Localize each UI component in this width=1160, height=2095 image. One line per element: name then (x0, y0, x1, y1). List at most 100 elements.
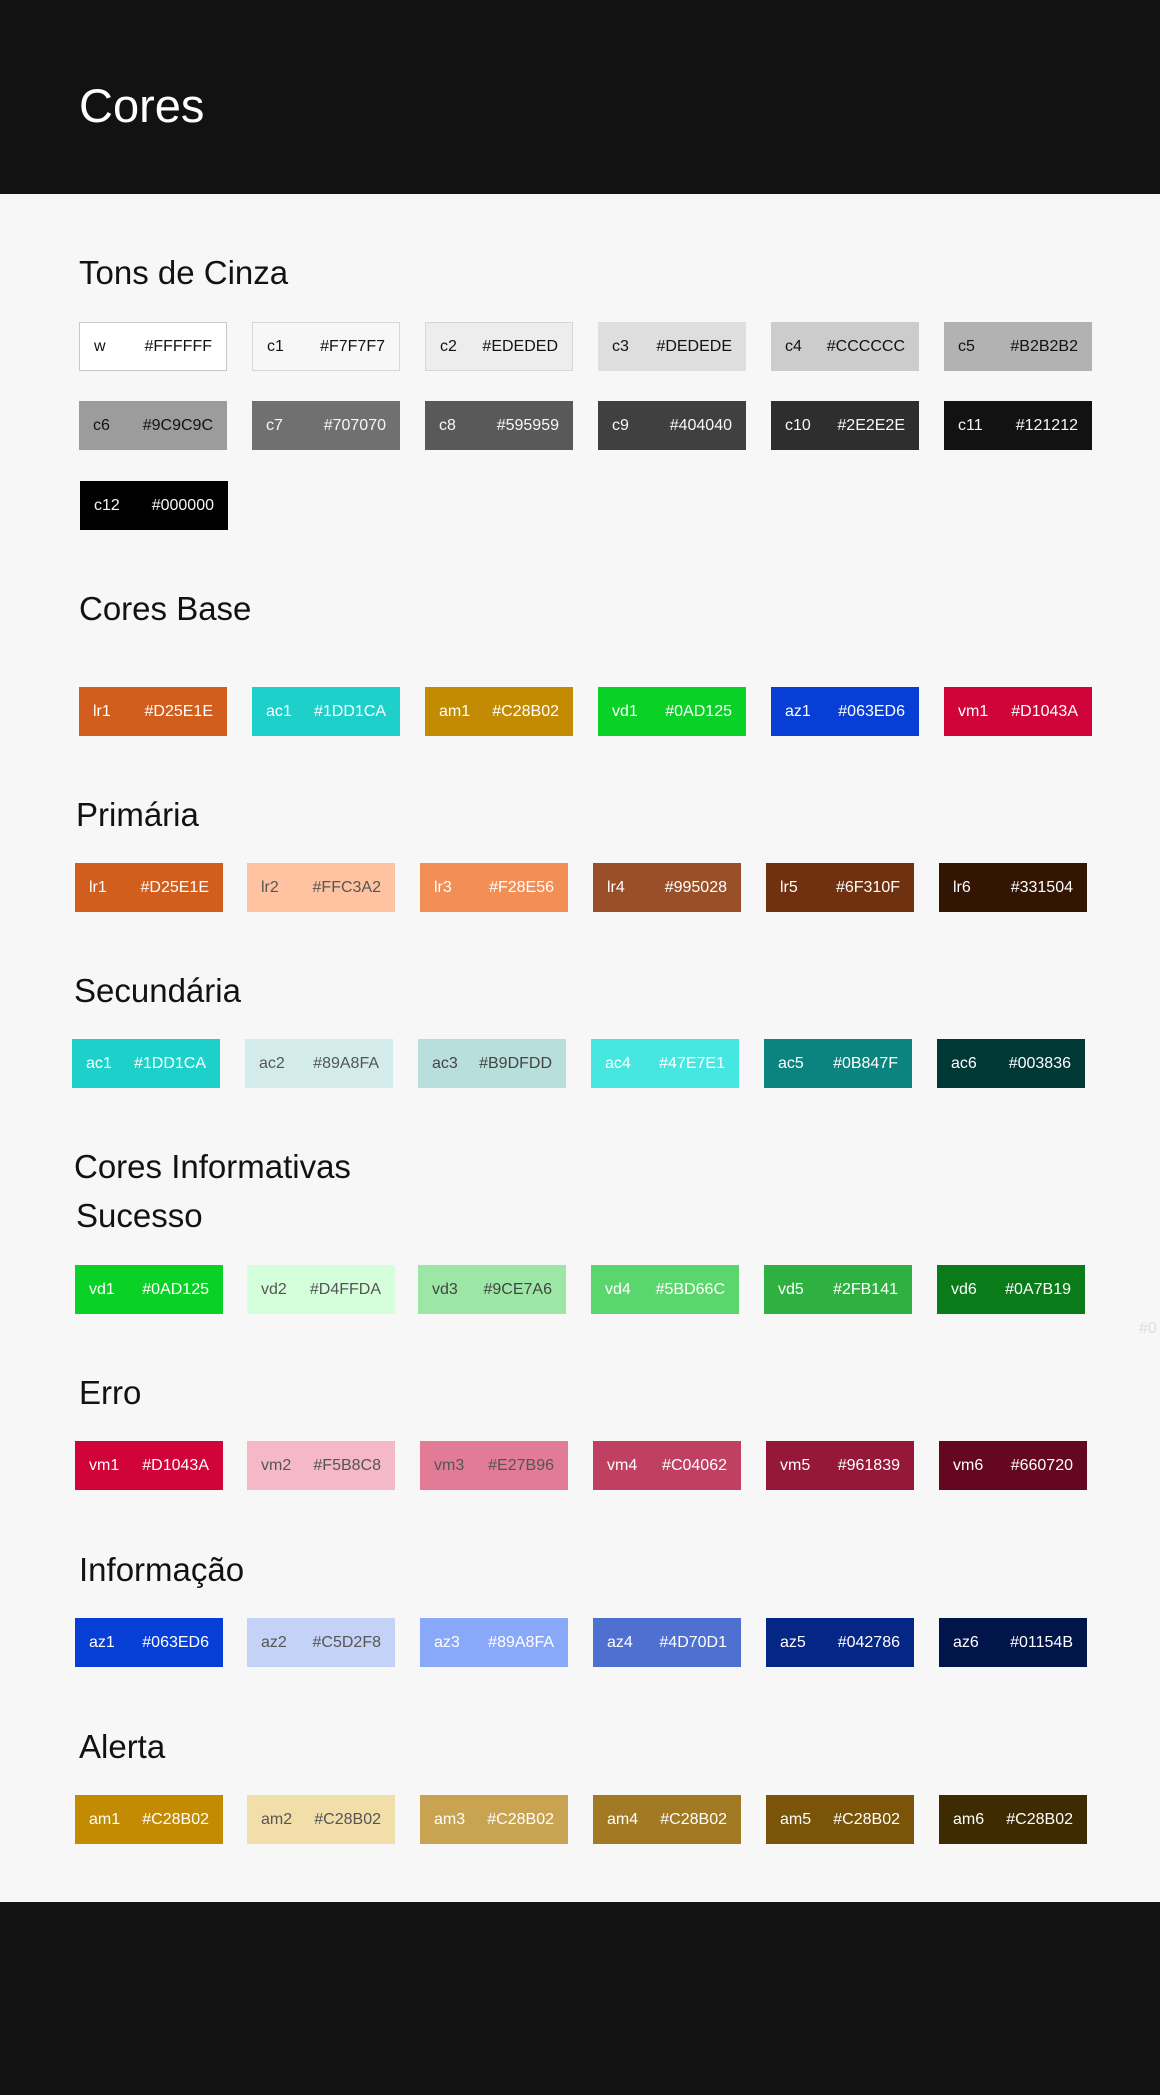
swatch-code: lr3 (434, 878, 452, 896)
color-swatch-lr2: lr2 #FFC3A2 (247, 863, 395, 912)
swatch-hex: #0AD125 (665, 702, 732, 720)
color-swatch-az1: az1 #063ED6 (75, 1618, 223, 1667)
swatch-code: c4 (785, 337, 802, 355)
color-swatch-ac5: ac5 #0B847F (764, 1039, 912, 1088)
swatch-code: ac5 (778, 1054, 804, 1072)
swatch-hex: #D1043A (142, 1456, 209, 1474)
swatch-hex: #F5B8C8 (313, 1456, 381, 1474)
swatch-code: lr5 (780, 878, 798, 896)
color-swatch-c8: c8 #595959 (425, 401, 573, 450)
swatch-hex: #EDEDED (482, 337, 558, 355)
color-swatch-az6: az6 #01154B (939, 1618, 1087, 1667)
swatch-hex: #5BD66C (655, 1280, 725, 1298)
swatch-code: c2 (440, 337, 457, 355)
swatch-hex: #660720 (1010, 1456, 1073, 1474)
swatch-code: c1 (267, 337, 284, 355)
swatch-code: az2 (261, 1633, 287, 1651)
swatch-code: lr2 (261, 878, 279, 896)
swatch-hex: #F7F7F7 (320, 337, 385, 355)
swatch-hex: #1DD1CA (133, 1054, 206, 1072)
page-footer (0, 1902, 1160, 2095)
swatch-hex: #9C9C9C (142, 416, 213, 434)
swatch-hex: #9CE7A6 (483, 1280, 553, 1298)
swatch-hex: #C28B02 (660, 1810, 727, 1828)
swatch-code: vm6 (953, 1456, 984, 1474)
swatch-hex: #89A8FA (488, 1633, 554, 1651)
swatch-code: vm3 (434, 1456, 465, 1474)
color-swatch-c4: c4 #CCCCCC (771, 322, 919, 371)
swatch-hex: #01154B (1010, 1633, 1073, 1651)
color-swatch-vd1: vd1 #0AD125 (598, 687, 746, 736)
swatch-code: vm4 (607, 1456, 638, 1474)
color-swatch-c11: c11 #121212 (944, 401, 1092, 450)
color-swatch-am2: am2 #C28B02 (247, 1795, 395, 1844)
swatch-hex: #042786 (837, 1633, 900, 1651)
swatch-code: az1 (785, 702, 811, 720)
swatch-code: c12 (94, 496, 120, 514)
color-swatch-lr4: lr4 #995028 (593, 863, 741, 912)
swatch-hex: #C28B02 (142, 1810, 209, 1828)
swatch-hex: #DEDEDE (656, 337, 732, 355)
clipped-hex-text: #0 (1139, 1320, 1157, 1337)
swatch-code: c6 (93, 416, 110, 434)
color-swatch-az2: az2 #C5D2F8 (247, 1618, 395, 1667)
swatch-hex: #063ED6 (142, 1633, 209, 1651)
color-swatch-vd4: vd4 #5BD66C (591, 1265, 739, 1314)
swatch-code: am5 (780, 1810, 812, 1828)
swatch-hex: #331504 (1010, 878, 1073, 896)
swatch-code: ac2 (259, 1054, 285, 1072)
swatch-code: ac6 (951, 1054, 977, 1072)
color-swatch-ac4: ac4 #47E7E1 (591, 1039, 739, 1088)
swatch-hex: #C5D2F8 (312, 1633, 381, 1651)
color-swatch-am6: am6 #C28B02 (939, 1795, 1087, 1844)
swatch-hex: #C28B02 (314, 1810, 381, 1828)
section-title-informacao: Informação (79, 1551, 245, 1588)
swatch-code: vd3 (432, 1280, 458, 1298)
swatch-hex: #C28B02 (492, 702, 559, 720)
section-title-alerta: Alerta (79, 1728, 166, 1765)
color-swatch-az5: az5 #042786 (766, 1618, 914, 1667)
swatch-hex: #4D70D1 (659, 1633, 727, 1651)
swatch-hex: #707070 (323, 416, 386, 434)
color-swatch-az3: az3 #89A8FA (420, 1618, 568, 1667)
swatch-hex: #0A7B19 (1005, 1280, 1071, 1298)
color-swatch-am3: am3 #C28B02 (420, 1795, 568, 1844)
section-title-cores-base: Cores Base (79, 590, 252, 627)
swatch-hex: #6F310F (835, 878, 900, 896)
swatch-hex: #003836 (1008, 1054, 1071, 1072)
color-swatch-az1: az1 #063ED6 (771, 687, 919, 736)
swatch-hex: #D25E1E (140, 878, 210, 896)
color-swatch-am5: am5 #C28B02 (766, 1795, 914, 1844)
swatch-hex: #C28B02 (1006, 1810, 1073, 1828)
color-swatch-vm1: vm1 #D1043A (75, 1441, 223, 1490)
swatch-hex: #595959 (496, 416, 559, 434)
swatch-code: am6 (953, 1810, 985, 1828)
color-swatch-vd6: vd6 #0A7B19 (937, 1265, 1085, 1314)
swatch-hex: #0B847F (833, 1054, 898, 1072)
swatch-code: vm5 (780, 1456, 811, 1474)
color-swatch-vm3: vm3 #E27B96 (420, 1441, 568, 1490)
swatch-hex: #404040 (669, 416, 732, 434)
color-swatch-c6: c6 #9C9C9C (79, 401, 227, 450)
color-swatch-lr5: lr5 #6F310F (766, 863, 914, 912)
swatch-hex: #995028 (664, 878, 727, 896)
swatch-code: ac1 (86, 1054, 112, 1072)
swatch-hex: #C28B02 (833, 1810, 900, 1828)
swatch-code: lr4 (607, 878, 625, 896)
swatch-code: lr6 (953, 878, 971, 896)
swatch-hex: #D4FFDA (309, 1280, 381, 1298)
color-swatch-c9: c9 #404040 (598, 401, 746, 450)
swatch-code: lr1 (89, 878, 107, 896)
section-title-erro: Erro (79, 1374, 142, 1411)
swatch-code: ac1 (266, 702, 292, 720)
swatch-code: c9 (612, 416, 629, 434)
section-title-sucesso: Sucesso (76, 1197, 203, 1234)
color-swatch-vm4: vm4 #C04062 (593, 1441, 741, 1490)
color-swatch-vd1: vd1 #0AD125 (75, 1265, 223, 1314)
section-title-secundaria: Secundária (74, 972, 241, 1009)
color-swatch-am4: am4 #C28B02 (593, 1795, 741, 1844)
swatch-code: vd6 (951, 1280, 977, 1298)
color-swatch-lr1: lr1 #D25E1E (79, 687, 227, 736)
color-swatch-lr6: lr6 #331504 (939, 863, 1087, 912)
swatch-code: c5 (958, 337, 975, 355)
